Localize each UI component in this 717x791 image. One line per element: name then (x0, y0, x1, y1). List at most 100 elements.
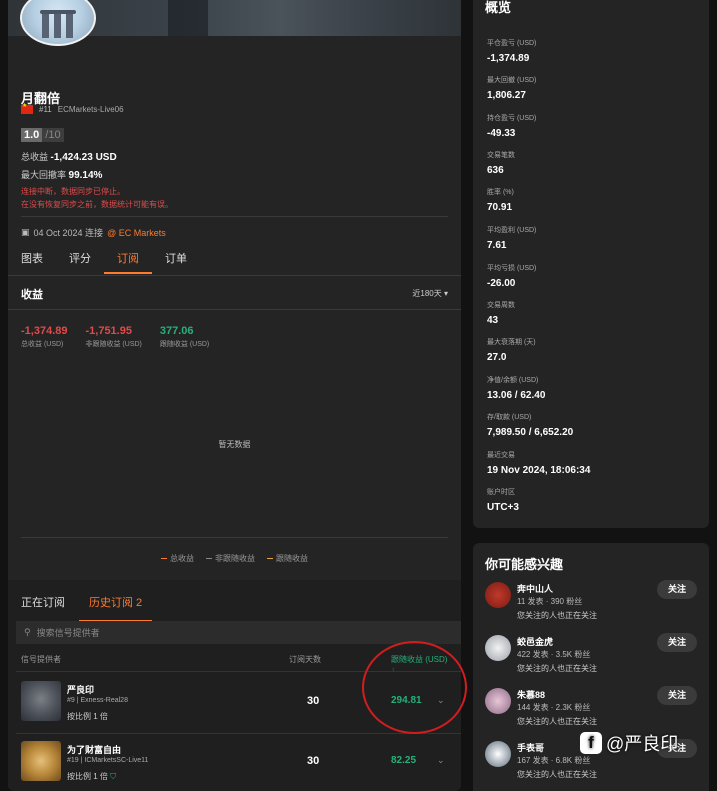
provider-meta: #19 | ICMarketsSC-Live11 (67, 757, 149, 764)
search-icon: ⚲ (24, 627, 31, 637)
subscription-days: 30 (307, 695, 320, 707)
user-stats: 11 发表 · 390 粉丝 (517, 597, 583, 606)
tab-rating[interactable]: 评分 (56, 251, 104, 274)
provider-name: 严良印 (67, 685, 95, 695)
overview-item: 净值/余额 (USD) 13.06 / 62.40 (487, 377, 546, 401)
provider-ratio: 按比例 1 倍 ⛉ (67, 772, 117, 781)
subscription-days: 30 (307, 755, 320, 767)
suggested-user[interactable]: 朱慕88 144 发表 · 2.3K 粉丝 您关注的人也正在关注 关注 (485, 686, 700, 736)
follow-button[interactable]: 关注 (657, 580, 697, 599)
header-days: 订阅天数 (289, 655, 321, 664)
user-avatar (485, 688, 511, 714)
chevron-down-icon[interactable]: ⌄ (437, 755, 445, 766)
trader-subline: #11 ECMarkets-Live06 (21, 102, 124, 114)
tab-chart[interactable]: 图表 (21, 251, 56, 274)
broker-link[interactable]: @ EC Markets (107, 228, 166, 238)
facebook-logo-icon: f (580, 732, 602, 754)
overview-title: 概览 (485, 0, 512, 15)
provider-ratio: 按比例 1 倍 (67, 712, 108, 721)
provider-avatar (21, 741, 61, 781)
total-return-label: 总收益 (21, 152, 49, 162)
user-name: 朱慕88 (517, 690, 546, 700)
divider (8, 309, 461, 310)
no-data-text: 暂无数据 (218, 440, 251, 449)
overview-item: 最近交易 19 Nov 2024, 18:06:34 (487, 452, 591, 476)
user-name: 奔中山人 (517, 584, 554, 594)
max-drawdown-label: 最大回撤率 (21, 170, 67, 180)
divider (21, 216, 448, 217)
kpi-follow-value: 377.06 (159, 325, 194, 337)
overview-item: 最大衰落期 (天) 27.0 (487, 339, 536, 363)
suggested-user[interactable]: 蛟邑金虎 422 发表 · 3.5K 粉丝 您关注的人也正在关注 关注 (485, 633, 700, 683)
follow-button[interactable]: 关注 (657, 686, 697, 705)
overview-item: 平仓盈亏 (USD) -1,374.89 (487, 40, 537, 64)
kpi-non-follow-label: 非跟随收益 (USD) (85, 341, 142, 348)
overview-item: 持仓盈亏 (USD) -49.33 (487, 115, 537, 139)
user-stats: 422 发表 · 3.5K 粉丝 (517, 650, 591, 659)
provider-avatar (21, 681, 61, 721)
provider-meta: #9 | Exness-Real28 (67, 697, 128, 704)
profile-tabs: 图表 评分 订阅 订单 (21, 251, 200, 274)
china-flag-icon (21, 102, 33, 114)
user-avatar (485, 635, 511, 661)
user-name: 手表哥 (517, 743, 545, 753)
kpi-total: -1,374.89 总收益 (USD) (21, 325, 67, 349)
user-stats: 167 发表 · 6.8K 粉丝 (517, 756, 591, 765)
score-badge: 1.0 /10 (21, 128, 64, 142)
total-return-line: 总收益 -1,424.23 USD (21, 150, 117, 163)
tab-subscriptions[interactable]: 订阅 (104, 251, 152, 274)
user-note: 您关注的人也正在关注 (517, 611, 597, 620)
user-avatar (485, 582, 511, 608)
overview-item: 平均盈利 (USD) 7.61 (487, 227, 537, 251)
tab-history-subscriptions[interactable]: 历史订阅 2 (79, 594, 153, 622)
overview-item: 平均亏损 (USD) -26.00 (487, 265, 537, 289)
connected-since: 04 Oct 2024 连接 (33, 228, 104, 238)
connection-info: ▣ 04 Oct 2024 连接 @ EC Markets (21, 226, 166, 239)
max-drawdown-value: 99.14% (68, 170, 103, 181)
shield-icon: ⛉ (110, 772, 117, 781)
tab-orders[interactable]: 订单 (152, 251, 200, 274)
range-selector[interactable]: 近180天 ▾ (412, 288, 448, 299)
tab-current-subscriptions[interactable]: 正在订阅 (21, 594, 75, 622)
trader-avatar[interactable] (20, 0, 96, 46)
user-note: 您关注的人也正在关注 (517, 717, 597, 726)
table-row[interactable]: 为了财富自由 #19 | ICMarketsSC-Live11 按比例 1 倍 … (21, 741, 451, 791)
red-annotation-circle (362, 641, 467, 734)
provider-name: 为了财富自由 (67, 745, 122, 755)
suggested-user[interactable]: 奔中山人 11 发表 · 390 粉丝 您关注的人也正在关注 关注 (485, 580, 700, 630)
header-provider: 信号提供者 (21, 655, 61, 664)
score-value: 1.0 (21, 128, 43, 142)
legend-non-follow: 非跟随收益 (206, 553, 255, 564)
chart-baseline (21, 537, 448, 538)
user-stats: 144 发表 · 2.3K 粉丝 (517, 703, 591, 712)
trader-account: ECMarkets-Live06 (57, 105, 124, 114)
legend-total: 总收益 (161, 553, 194, 564)
provider-search[interactable]: ⚲ 搜索信号提供者 (16, 621, 461, 644)
divider (16, 733, 461, 734)
total-return-value: -1,424.23 USD (50, 152, 117, 163)
kpi-total-label: 总收益 (USD) (21, 341, 64, 348)
kpi-non-follow: -1,751.95 非跟随收益 (USD) (85, 325, 141, 349)
overview-item: 账户时区 UTC+3 (487, 489, 519, 513)
suggestions-title: 你可能感兴趣 (485, 557, 564, 572)
kpi-total-value: -1,374.89 (21, 325, 68, 337)
earnings-kpis: -1,374.89 总收益 (USD) -1,751.95 非跟随收益 (USD… (21, 325, 209, 349)
kpi-non-follow-value: -1,751.95 (85, 325, 132, 337)
calendar-icon: ▣ (21, 227, 30, 237)
watermark: f @严良印 (580, 730, 678, 756)
follow-button[interactable]: 关注 (657, 633, 697, 652)
subscription-tabs: 正在订阅 历史订阅 2 (21, 594, 153, 622)
user-note: 您关注的人也正在关注 (517, 664, 597, 673)
divider (8, 275, 461, 276)
chart-legend: 总收益 非跟随收益 跟随收益 (8, 553, 461, 564)
legend-follow: 跟随收益 (267, 553, 308, 564)
sync-warning-1: 连接中断，数据同步已停止。 (21, 187, 125, 196)
follow-earnings: 82.25 (391, 755, 417, 766)
score-max: /10 (42, 128, 64, 142)
watermark-text: @严良印 (606, 734, 679, 754)
sync-warning-2: 在没有恢复同步之前，数据统计可能有误。 (21, 200, 173, 209)
user-name: 蛟邑金虎 (517, 637, 554, 647)
user-note: 您关注的人也正在关注 (517, 770, 597, 779)
overview-item: 交易笔数 636 (487, 152, 515, 176)
overview-item: 交易周数 43 (487, 302, 515, 326)
